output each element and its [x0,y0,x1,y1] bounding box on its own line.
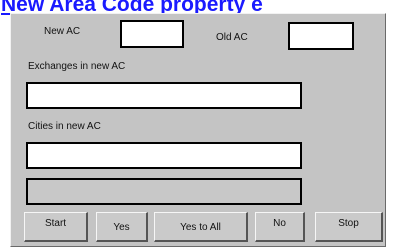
no-button-label: No [273,218,286,229]
new-ac-label: New AC [44,26,81,37]
yes-to-all-button[interactable]: Yes to All [154,212,248,242]
old-ac-field[interactable] [288,22,354,50]
yes-to-all-button-label: Yes to All [180,222,221,233]
no-button[interactable]: No [255,212,305,242]
start-button[interactable]: Start [24,212,88,242]
old-ac-label: Old AC [216,32,248,43]
stop-button[interactable]: Stop [315,212,383,242]
exchanges-field[interactable] [26,82,302,109]
new-ac-field[interactable] [120,20,184,48]
yes-button[interactable]: Yes [96,212,148,242]
exchanges-label: Exchanges in new AC [28,61,126,72]
stop-button-label: Stop [338,218,359,229]
start-button-label: Start [44,218,67,229]
yes-button-label: Yes [113,222,130,233]
cities-label: Cities in new AC [28,121,101,132]
cities-field[interactable] [26,142,302,169]
status-field [26,178,302,205]
